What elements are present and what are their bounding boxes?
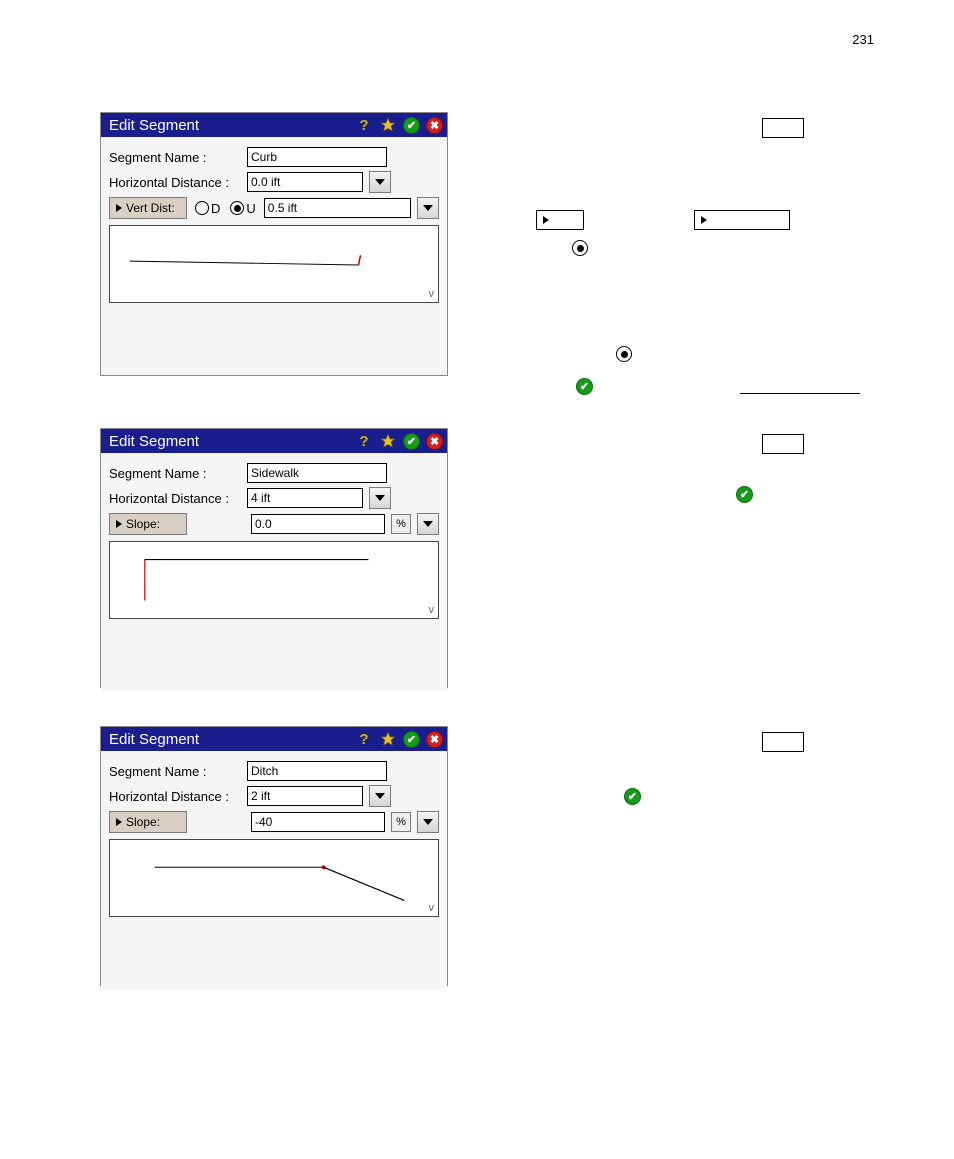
inline-box-3[interactable] bbox=[762, 732, 804, 752]
close-button[interactable]: ✖ bbox=[426, 117, 443, 134]
edit-segment-dialog-sidewalk: Edit Segment ? ✔ ✖ Segment Name : Sidewa… bbox=[100, 428, 448, 688]
favorite-icon[interactable] bbox=[379, 432, 397, 450]
dialog-title: Edit Segment bbox=[109, 117, 355, 134]
vert-dist-toggle[interactable]: Vert Dist: bbox=[109, 197, 187, 219]
help-icon[interactable]: ? bbox=[355, 730, 373, 748]
segment-name-input[interactable]: Ditch bbox=[247, 761, 387, 781]
percent-label: % bbox=[391, 812, 411, 832]
segment-name-input[interactable]: Curb bbox=[247, 147, 387, 167]
segment-preview: v bbox=[109, 541, 439, 619]
radio-d[interactable]: D bbox=[195, 201, 220, 216]
hdist-input[interactable]: 2 ift bbox=[247, 786, 363, 806]
inline-play-button-1[interactable] bbox=[536, 210, 584, 230]
edit-segment-dialog-ditch: Edit Segment ? ✔ ✖ Segment Name : Ditch … bbox=[100, 726, 448, 986]
slope-label: Slope: bbox=[126, 815, 160, 829]
titlebar: Edit Segment ? ✔ ✖ bbox=[101, 113, 447, 137]
inline-box-1[interactable] bbox=[762, 118, 804, 138]
close-button[interactable]: ✖ bbox=[426, 433, 443, 450]
radio-d-dot bbox=[195, 201, 209, 215]
hdist-input[interactable]: 4 ift bbox=[247, 488, 363, 508]
hdist-label: Horizontal Distance : bbox=[109, 175, 241, 190]
vert-dist-label: Vert Dist: bbox=[126, 201, 175, 215]
dialog-title: Edit Segment bbox=[109, 731, 355, 748]
slope-toggle[interactable]: Slope: bbox=[109, 811, 187, 833]
slope-input[interactable]: -40 bbox=[251, 812, 385, 832]
slope-label: Slope: bbox=[126, 517, 160, 531]
ok-button[interactable]: ✔ bbox=[403, 731, 420, 748]
inline-ok-1[interactable]: ✔ bbox=[576, 378, 593, 395]
radio-u-dot bbox=[230, 201, 244, 215]
slope-input[interactable]: 0.0 bbox=[251, 514, 385, 534]
segment-preview: v bbox=[109, 839, 439, 917]
slope-dropdown[interactable] bbox=[417, 811, 439, 833]
inline-radio-1[interactable] bbox=[572, 240, 588, 256]
segment-name-label: Segment Name : bbox=[109, 764, 241, 779]
inline-box-2[interactable] bbox=[762, 434, 804, 454]
hdist-dropdown[interactable] bbox=[369, 487, 391, 509]
segment-preview: v bbox=[109, 225, 439, 303]
titlebar: Edit Segment ? ✔ ✖ bbox=[101, 429, 447, 453]
inline-ok-2[interactable]: ✔ bbox=[736, 486, 753, 503]
close-button[interactable]: ✖ bbox=[426, 731, 443, 748]
hdist-dropdown[interactable] bbox=[369, 785, 391, 807]
play-icon bbox=[543, 216, 549, 224]
preview-corner-label: v bbox=[429, 288, 435, 300]
preview-corner-label: v bbox=[429, 604, 435, 616]
hdist-label: Horizontal Distance : bbox=[109, 491, 241, 506]
play-icon bbox=[701, 216, 707, 224]
percent-label: % bbox=[391, 514, 411, 534]
ok-button[interactable]: ✔ bbox=[403, 433, 420, 450]
ok-button[interactable]: ✔ bbox=[403, 117, 420, 134]
slope-toggle[interactable]: Slope: bbox=[109, 513, 187, 535]
inline-ok-3[interactable]: ✔ bbox=[624, 788, 641, 805]
dialog-title: Edit Segment bbox=[109, 433, 355, 450]
slope-dropdown[interactable] bbox=[417, 513, 439, 535]
hdist-input[interactable]: 0.0 ift bbox=[247, 172, 363, 192]
help-icon[interactable]: ? bbox=[355, 432, 373, 450]
hdist-label: Horizontal Distance : bbox=[109, 789, 241, 804]
help-icon[interactable]: ? bbox=[355, 116, 373, 134]
radio-u-label: U bbox=[246, 201, 255, 216]
radio-d-label: D bbox=[211, 201, 220, 216]
page-number: 231 bbox=[852, 32, 874, 47]
preview-corner-label: v bbox=[429, 902, 435, 914]
underline-mark bbox=[740, 393, 860, 394]
inline-play-button-2[interactable] bbox=[694, 210, 790, 230]
segment-name-label: Segment Name : bbox=[109, 150, 241, 165]
hdist-dropdown[interactable] bbox=[369, 171, 391, 193]
titlebar: Edit Segment ? ✔ ✖ bbox=[101, 727, 447, 751]
edit-segment-dialog-curb: Edit Segment ? ✔ ✖ Segment Name : Curb H… bbox=[100, 112, 448, 376]
vdist-input[interactable]: 0.5 ift bbox=[264, 198, 411, 218]
vdist-dropdown[interactable] bbox=[417, 197, 439, 219]
inline-radio-2[interactable] bbox=[616, 346, 632, 362]
favorite-icon[interactable] bbox=[379, 116, 397, 134]
favorite-icon[interactable] bbox=[379, 730, 397, 748]
segment-name-input[interactable]: Sidewalk bbox=[247, 463, 387, 483]
radio-u[interactable]: U bbox=[230, 201, 255, 216]
segment-name-label: Segment Name : bbox=[109, 466, 241, 481]
